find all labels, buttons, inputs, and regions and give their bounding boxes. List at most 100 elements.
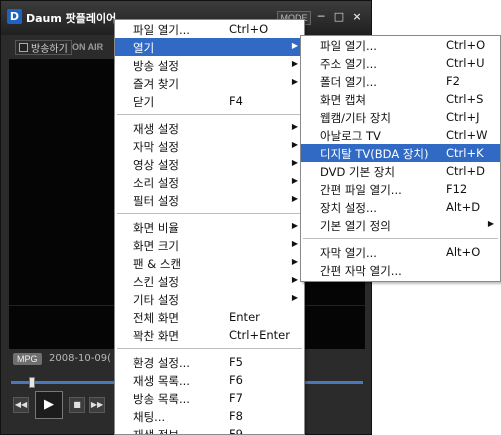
submenu-arrow-icon: ▶ bbox=[291, 221, 298, 230]
menu-item-label: 영상 설정 bbox=[133, 158, 179, 172]
prev-icon[interactable]: ◀◀ bbox=[13, 397, 29, 413]
menu-item[interactable]: 팬 & 스캔 ▶ bbox=[115, 254, 304, 272]
menu-item-shortcut: F2 bbox=[446, 74, 460, 88]
submenu-arrow-icon: ▶ bbox=[291, 176, 298, 185]
menu-item[interactable]: 소리 설정 ▶ bbox=[115, 173, 304, 191]
menu-item-shortcut: F6 bbox=[229, 373, 243, 387]
menu-item[interactable]: 화면 캡쳐 Ctrl+S bbox=[301, 90, 500, 108]
menu-item-label: 웹캠/기타 장치 bbox=[320, 111, 392, 125]
menu-item-label: 폴더 열기... bbox=[320, 75, 377, 89]
menu-item-label: 간편 자막 열기... bbox=[320, 264, 402, 278]
close-icon[interactable]: × bbox=[351, 10, 363, 24]
submenu-arrow-icon: ▶ bbox=[291, 122, 298, 131]
menu-item[interactable]: 기본 열기 정의 ▶ bbox=[301, 216, 500, 234]
menu-item[interactable]: 방송 설정 ▶ bbox=[115, 56, 304, 74]
menu-item[interactable]: 재생 정보 F9 bbox=[115, 425, 304, 435]
menu-item-label: 꽉찬 화면 bbox=[133, 329, 179, 343]
menu-item-shortcut: Ctrl+S bbox=[446, 92, 484, 106]
menu-item-label: 디지탈 TV(BDA 장치) bbox=[320, 147, 429, 161]
submenu-arrow-icon: ▶ bbox=[291, 293, 298, 302]
menu-item-label: 소리 설정 bbox=[133, 176, 179, 190]
submenu-arrow-icon: ▶ bbox=[291, 239, 298, 248]
menu-item-label: 재생 정보 bbox=[133, 428, 179, 435]
menu-item[interactable]: 아날로그 TV Ctrl+W bbox=[301, 126, 500, 144]
format-badge: MPG bbox=[13, 353, 42, 365]
menu-item-label: 화면 캡쳐 bbox=[320, 93, 366, 107]
menu-item[interactable]: 간편 자막 열기... bbox=[301, 261, 500, 279]
menu-item[interactable]: 화면 크기 ▶ bbox=[115, 236, 304, 254]
menu-item[interactable]: 영상 설정 ▶ bbox=[115, 155, 304, 173]
menu-item-label: 팬 & 스캔 bbox=[133, 257, 182, 271]
stop-icon[interactable]: ■ bbox=[69, 397, 85, 413]
menu-item[interactable]: 재생 목록... F6 bbox=[115, 371, 304, 389]
next-icon[interactable]: ▶▶ bbox=[89, 397, 105, 413]
menu-item[interactable]: 웹캠/기타 장치 Ctrl+J bbox=[301, 108, 500, 126]
menu-item[interactable]: 파일 열기... Ctrl+O bbox=[115, 20, 304, 38]
menu-item-shortcut: Ctrl+Enter bbox=[229, 328, 290, 342]
submenu-arrow-icon: ▶ bbox=[291, 77, 298, 86]
menu-item[interactable]: 스킨 설정 ▶ bbox=[115, 272, 304, 290]
menu-separator bbox=[117, 213, 302, 214]
menu-item-label: 화면 비율 bbox=[133, 221, 179, 235]
menu-item-shortcut: Ctrl+U bbox=[446, 56, 485, 70]
menu-item-label: 즐겨 찾기 bbox=[133, 77, 179, 91]
menu-item[interactable]: 주소 열기... Ctrl+U bbox=[301, 54, 500, 72]
menu-item-shortcut: Ctrl+O bbox=[446, 38, 486, 52]
menu-item[interactable]: DVD 기본 장치 Ctrl+D bbox=[301, 162, 500, 180]
submenu-arrow-icon: ▶ bbox=[487, 219, 494, 228]
menu-item-label: 닫기 bbox=[133, 95, 155, 109]
menu-item[interactable]: 화면 비율 ▶ bbox=[115, 218, 304, 236]
menu-item[interactable]: 방송 목록... F7 bbox=[115, 389, 304, 407]
submenu-arrow-icon: ▶ bbox=[291, 140, 298, 149]
submenu-arrow-icon: ▶ bbox=[291, 59, 298, 68]
menu-item-label: 재생 목록... bbox=[133, 374, 190, 388]
menu-item[interactable]: 장치 설정... Alt+D bbox=[301, 198, 500, 216]
menu-item[interactable]: 자막 열기... Alt+O bbox=[301, 243, 500, 261]
menu-item-label: 스킨 설정 bbox=[133, 275, 179, 289]
submenu-arrow-icon: ▶ bbox=[291, 158, 298, 167]
menu-item-shortcut: Ctrl+O bbox=[229, 22, 269, 36]
menu-item[interactable]: 환경 설정... F5 bbox=[115, 353, 304, 371]
on-air-indicator: ON AIR bbox=[72, 42, 104, 52]
app-logo-icon: D bbox=[7, 9, 22, 24]
menu-item[interactable]: 닫기 F4 bbox=[115, 92, 304, 110]
menu-item-label: 자막 열기... bbox=[320, 246, 377, 260]
seek-handle[interactable] bbox=[28, 377, 35, 388]
menu-item[interactable]: 꽉찬 화면 Ctrl+Enter bbox=[115, 326, 304, 344]
menu-item-label: 장치 설정... bbox=[320, 201, 377, 215]
menu-separator bbox=[117, 114, 302, 115]
maximize-icon[interactable]: □ bbox=[333, 10, 345, 24]
menu-item[interactable]: 폴더 열기... F2 bbox=[301, 72, 500, 90]
menu-item[interactable]: 자막 설정 ▶ bbox=[115, 137, 304, 155]
menu-item-label: 기타 설정 bbox=[133, 293, 179, 307]
menu-item[interactable]: 간편 파일 열기... F12 bbox=[301, 180, 500, 198]
window-controls: ─ □ × bbox=[315, 10, 363, 24]
menu-item[interactable]: 열기 ▶ bbox=[115, 38, 304, 56]
menu-item-label: 파일 열기... bbox=[320, 39, 377, 53]
menu-separator bbox=[303, 238, 498, 239]
menu-item[interactable]: 즐겨 찾기 ▶ bbox=[115, 74, 304, 92]
menu-item-shortcut: Ctrl+J bbox=[446, 110, 480, 124]
menu-item-shortcut: F12 bbox=[446, 182, 468, 196]
submenu-arrow-icon: ▶ bbox=[291, 194, 298, 203]
menu-item[interactable]: 전체 화면 Enter bbox=[115, 308, 304, 326]
menu-item[interactable]: 기타 설정 ▶ bbox=[115, 290, 304, 308]
menu-item-shortcut: F9 bbox=[229, 427, 243, 435]
submenu-arrow-icon: ▶ bbox=[291, 275, 298, 284]
app-title: Daum 팟플레이어 bbox=[26, 12, 117, 25]
minimize-icon[interactable]: ─ bbox=[315, 10, 327, 24]
submenu-arrow-icon: ▶ bbox=[291, 41, 298, 50]
menu-item-shortcut: Alt+O bbox=[446, 245, 481, 259]
menu-item-label: 방송 목록... bbox=[133, 392, 190, 406]
menu-item-label: 화면 크기 bbox=[133, 239, 179, 253]
checkbox-icon[interactable] bbox=[19, 43, 28, 52]
menu-item[interactable]: 채팅... F8 bbox=[115, 407, 304, 425]
broadcast-toggle[interactable]: 방송하기 bbox=[15, 40, 72, 55]
menu-item[interactable]: 필터 설정 ▶ bbox=[115, 191, 304, 209]
play-icon[interactable]: ▶ bbox=[35, 391, 63, 419]
menu-item[interactable]: 파일 열기... Ctrl+O bbox=[301, 36, 500, 54]
menu-item[interactable]: 재생 설정 ▶ bbox=[115, 119, 304, 137]
menu-item-label: 간편 파일 열기... bbox=[320, 183, 402, 197]
menu-item-label: 방송 설정 bbox=[133, 59, 179, 73]
menu-item[interactable]: 디지탈 TV(BDA 장치) Ctrl+K bbox=[301, 144, 500, 162]
